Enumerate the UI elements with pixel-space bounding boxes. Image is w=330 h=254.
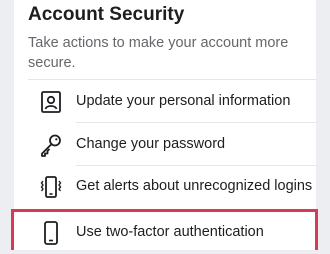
login-alerts-item[interactable]: Get alerts about unrecognized logins: [28, 166, 316, 208]
id-card-icon: [38, 89, 64, 115]
item-label: Change your password: [76, 136, 226, 152]
section-title: Account Security: [28, 4, 185, 25]
key-icon: [38, 132, 64, 158]
change-password-item[interactable]: Change your password: [28, 124, 316, 166]
update-personal-info-item[interactable]: Update your personal information: [28, 81, 316, 123]
section-description: Take actions to make your account more s…: [28, 35, 289, 71]
item-label: Update your personal information: [76, 93, 291, 109]
item-label: Get alerts about unrecognized logins: [76, 178, 313, 194]
highlight-box: [11, 209, 318, 250]
divider: [28, 79, 316, 80]
divider: [76, 122, 316, 123]
phone-alert-icon: [38, 174, 64, 200]
